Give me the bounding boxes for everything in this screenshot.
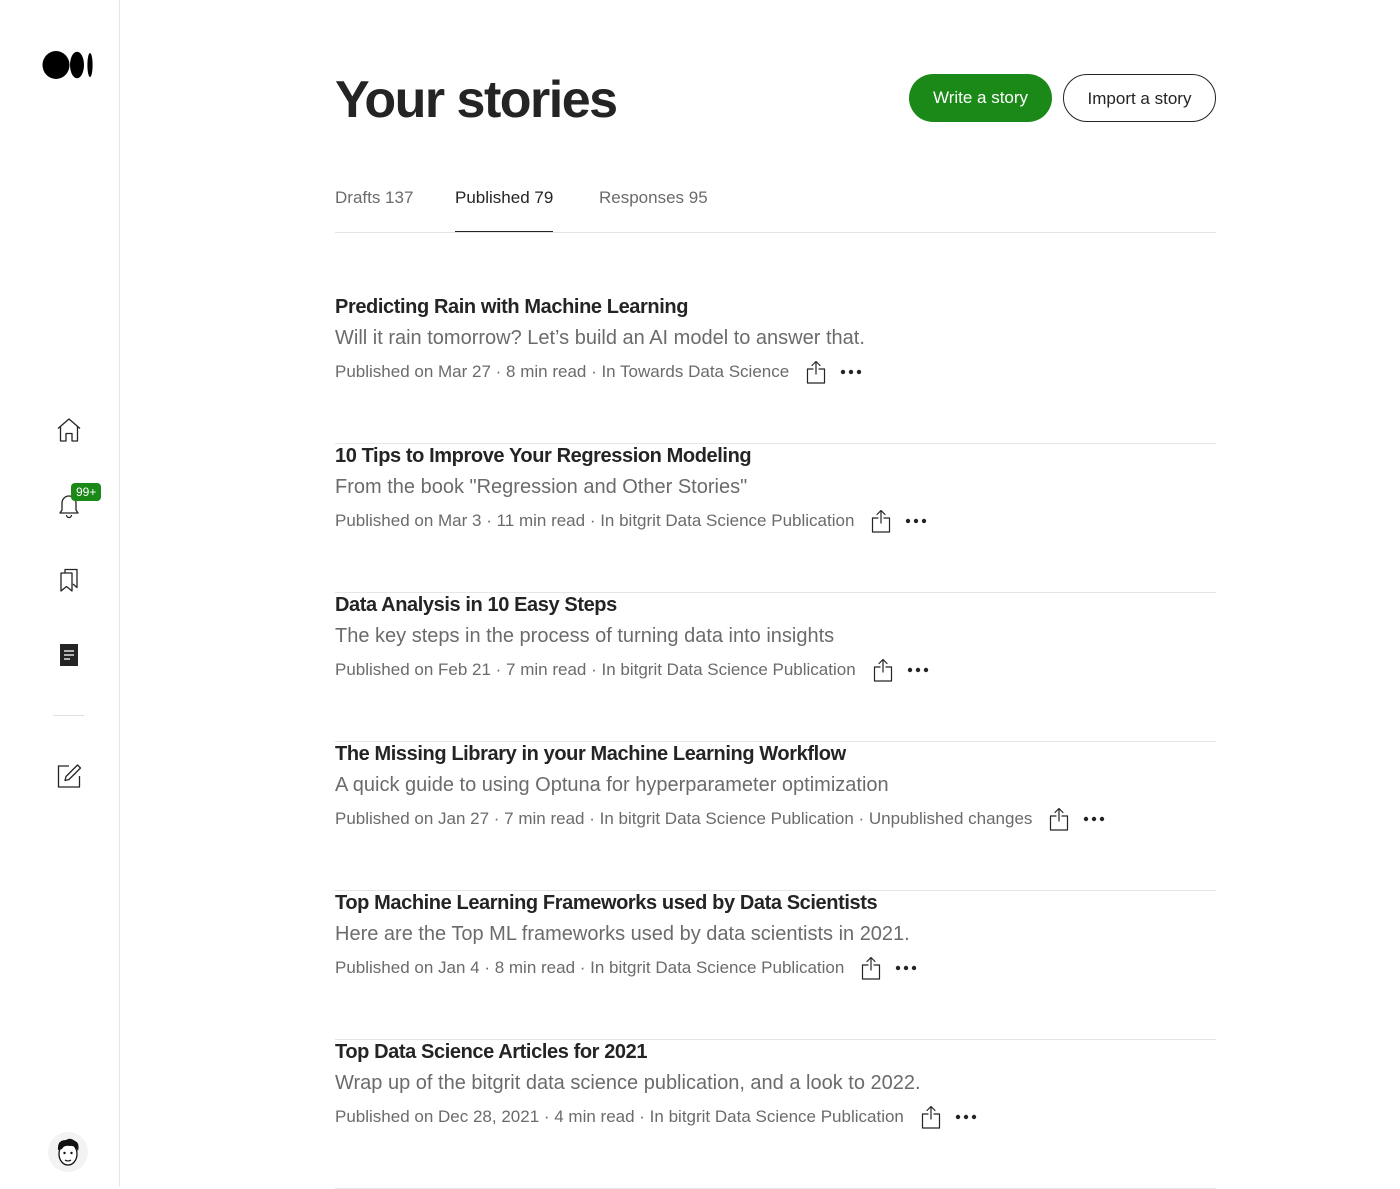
share-icon[interactable]: [805, 360, 827, 384]
story-title[interactable]: 10 Tips to Improve Your Regression Model…: [335, 443, 752, 469]
page-title: Your stories: [335, 71, 618, 129]
story-item: Predicting Rain with Machine Learning Wi…: [335, 294, 1216, 444]
story-item: 10 Tips to Improve Your Regression Model…: [335, 443, 1216, 593]
story-meta: Published on Jan 27 · 7 min read · In bi…: [335, 805, 1106, 833]
story-meta: Published on Dec 28, 2021 · 4 min read ·…: [335, 1103, 978, 1131]
write-story-button[interactable]: Write a story: [909, 74, 1052, 122]
import-story-button[interactable]: Import a story: [1063, 74, 1216, 122]
avatar[interactable]: [48, 1132, 88, 1172]
story-meta-text: Published on Mar 3 · 11 min read · In bi…: [335, 511, 855, 530]
more-options-icon[interactable]: [906, 658, 930, 682]
story-title[interactable]: Data Analysis in 10 Easy Steps: [335, 592, 617, 618]
stories-icon[interactable]: [54, 640, 84, 670]
write-icon[interactable]: [54, 761, 84, 791]
story-subtitle: Here are the Top ML frameworks used by d…: [335, 923, 910, 945]
tab-responses[interactable]: Responses 95: [599, 186, 708, 231]
story-item: Top Machine Learning Frameworks used by …: [335, 890, 1216, 1040]
sidebar-divider: [53, 715, 84, 716]
story-meta-text: Published on Feb 21 · 7 min read · In bi…: [335, 660, 856, 679]
story-tabs: Drafts 137 Published 79 Responses 95: [335, 186, 1216, 233]
more-options-icon[interactable]: [904, 509, 928, 533]
more-options-icon[interactable]: [1082, 807, 1106, 831]
share-icon[interactable]: [872, 658, 894, 682]
more-options-icon[interactable]: [839, 360, 863, 384]
tab-drafts[interactable]: Drafts 137: [335, 186, 413, 231]
story-meta: Published on Jan 4 · 8 min read · In bit…: [335, 954, 918, 982]
story-title[interactable]: Predicting Rain with Machine Learning: [335, 294, 688, 320]
share-icon[interactable]: [920, 1105, 942, 1129]
story-item: Data Analysis in 10 Easy Steps The key s…: [335, 592, 1216, 742]
story-subtitle: Wrap up of the bitgrit data science publ…: [335, 1072, 921, 1094]
story-subtitle: The key steps in the process of turning …: [335, 625, 835, 647]
share-icon[interactable]: [1048, 807, 1070, 831]
tab-published[interactable]: Published 79: [455, 186, 554, 232]
story-title[interactable]: Top Data Science Articles for 2021: [335, 1039, 647, 1065]
story-meta-text: Published on Jan 4 · 8 min read · In bit…: [335, 958, 845, 977]
share-icon[interactable]: [870, 509, 892, 533]
share-icon[interactable]: [860, 956, 882, 980]
notification-badge: 99+: [71, 483, 102, 501]
story-title[interactable]: The Missing Library in your Machine Lear…: [335, 741, 846, 767]
story-subtitle: A quick guide to using Optuna for hyperp…: [335, 774, 889, 796]
medium-logo-icon[interactable]: [42, 50, 96, 80]
story-item: The Missing Library in your Machine Lear…: [335, 741, 1216, 891]
story-meta-text: Published on Jan 27 · 7 min read · In bi…: [335, 809, 1033, 828]
story-meta: Published on Mar 3 · 11 min read · In bi…: [335, 507, 928, 535]
story-meta-text: Published on Dec 28, 2021 · 4 min read ·…: [335, 1107, 904, 1126]
story-meta: Published on Feb 21 · 7 min read · In bi…: [335, 656, 930, 684]
bookmarks-icon[interactable]: [54, 565, 84, 595]
story-meta-text: Published on Mar 27 · 8 min read · In To…: [335, 362, 790, 381]
story-subtitle: Will it rain tomorrow? Let’s build an AI…: [335, 327, 865, 349]
more-options-icon[interactable]: [954, 1105, 978, 1129]
story-item: Top Data Science Articles for 2021 Wrap …: [335, 1039, 1216, 1189]
story-subtitle: From the book "Regression and Other Stor…: [335, 476, 748, 498]
story-title[interactable]: Top Machine Learning Frameworks used by …: [335, 890, 878, 916]
home-icon[interactable]: [54, 415, 84, 445]
story-meta: Published on Mar 27 · 8 min read · In To…: [335, 358, 863, 386]
sidebar: 99+: [0, 0, 120, 1187]
more-options-icon[interactable]: [894, 956, 918, 980]
